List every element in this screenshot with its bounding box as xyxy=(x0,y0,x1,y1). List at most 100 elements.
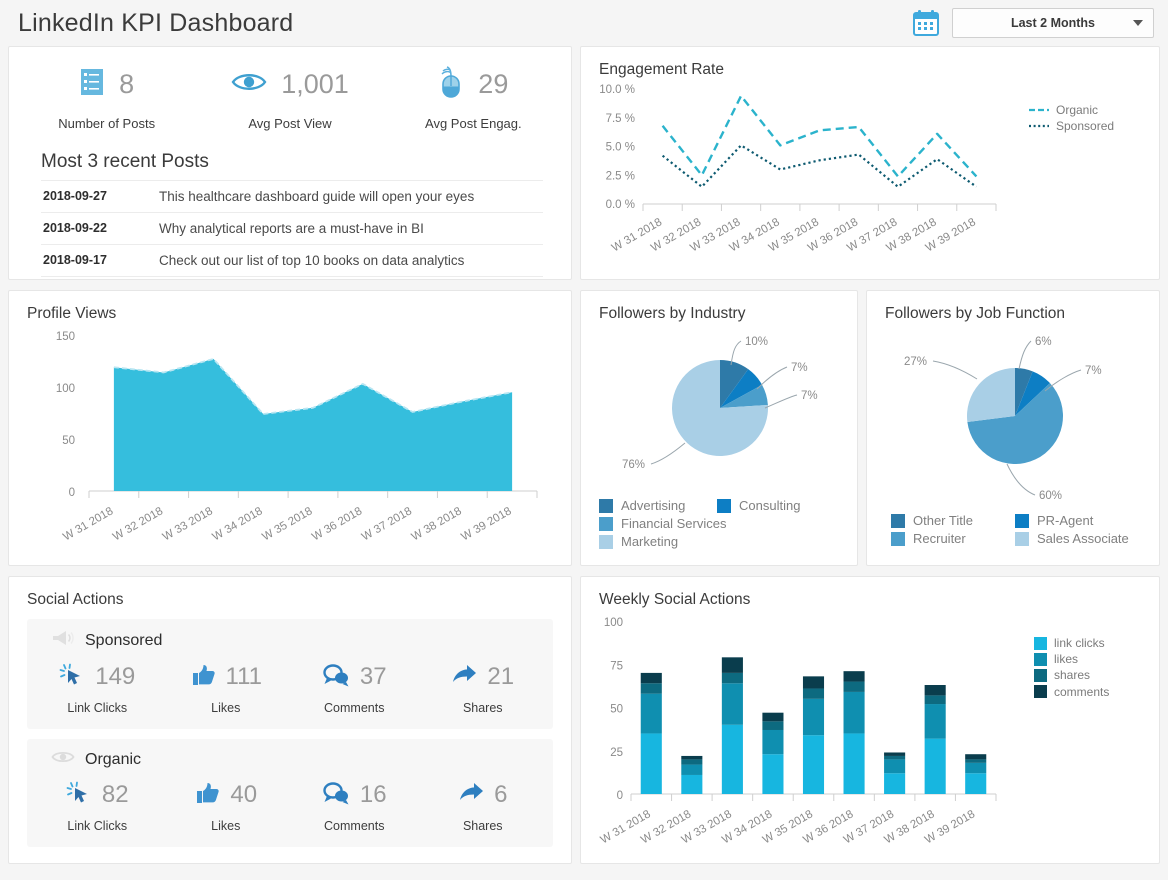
dashboard-page: LinkedIn KPI Dashboard Last 2 Months 8 N… xyxy=(0,0,1168,880)
chart-title: Weekly Social Actions xyxy=(599,591,751,608)
color-swatch xyxy=(599,498,613,513)
chart-title: Engagement Rate xyxy=(599,61,724,78)
svg-text:W 37 2018: W 37 2018 xyxy=(360,505,414,543)
chart-title: Profile Views xyxy=(27,305,117,322)
recent-posts-table: 2018-09-27 This healthcare dashboard gui… xyxy=(41,180,543,277)
svg-text:5.0 %: 5.0 % xyxy=(606,142,635,154)
table-row[interactable]: 2018-09-17 Check out our list of top 10 … xyxy=(41,244,543,277)
color-swatch xyxy=(599,534,613,549)
metric-link-clicks: 82 Link Clicks xyxy=(33,776,162,833)
chevron-down-icon[interactable] xyxy=(1133,20,1143,26)
legend-label: Sales Associate xyxy=(1037,531,1129,546)
svg-text:150: 150 xyxy=(56,331,75,343)
metric-label: Shares xyxy=(462,701,503,715)
legend-item-sponsored[interactable]: Sponsored xyxy=(1029,118,1114,134)
metric-value: 111 xyxy=(225,663,262,690)
svg-text:2.5 %: 2.5 % xyxy=(606,170,635,182)
social-actions-organic-block: Organic 82 Link Clicks 40 Likes 16 Comme… xyxy=(27,739,553,847)
color-swatch xyxy=(1015,513,1029,528)
legend-item-likes[interactable]: likes xyxy=(1034,651,1109,667)
comment-bubble-icon xyxy=(322,781,350,810)
industry-pie-chart[interactable]: 10% 7% 7% 76% xyxy=(581,323,859,498)
eye-outline-icon xyxy=(51,749,75,770)
dotted-line-swatch xyxy=(1029,125,1049,128)
group-header: Sponsored xyxy=(33,629,547,652)
click-cursor-icon xyxy=(66,780,92,811)
metric-label: Link Clicks xyxy=(67,701,128,715)
svg-text:7%: 7% xyxy=(801,390,818,402)
dashed-line-swatch xyxy=(1029,108,1049,112)
kpi-value: 1,001 xyxy=(281,68,349,99)
recent-posts-heading: Most 3 recent Posts xyxy=(41,151,209,172)
svg-text:7%: 7% xyxy=(1085,365,1102,377)
color-swatch xyxy=(1034,685,1047,699)
legend-label: comments xyxy=(1054,684,1110,699)
legend-item-advertising[interactable]: Advertising xyxy=(599,498,717,513)
legend-label: Advertising xyxy=(621,498,686,513)
profile-views-chart[interactable]: 0 50 100 150 W 31 2018W 32 2018W 33 2018W 34… xyxy=(9,323,573,563)
svg-text:6%: 6% xyxy=(1035,336,1052,348)
group-label: Organic xyxy=(85,750,142,768)
legend-item-recruiter[interactable]: Recruiter xyxy=(891,531,1015,546)
metrics-row: 149 Link Clicks 111 Likes 37 Comments 21… xyxy=(33,658,547,715)
metric-shares: 21 Shares xyxy=(419,658,548,715)
color-swatch xyxy=(891,531,905,546)
metric-value: 82 xyxy=(101,781,129,808)
legend-item-marketing[interactable]: Marketing xyxy=(599,534,837,549)
legend-item-sales-associate[interactable]: Sales Associate xyxy=(1015,531,1141,546)
svg-text:10.0 %: 10.0 % xyxy=(599,84,635,96)
table-row[interactable]: 2018-09-27 This healthcare dashboard gui… xyxy=(41,180,543,212)
legend-label: link clicks xyxy=(1054,636,1105,650)
date-range-select[interactable]: Last 2 Months xyxy=(952,8,1154,38)
metric-value: 6 xyxy=(494,781,508,808)
job-function-pie-chart[interactable]: 6% 7% 60% 27% xyxy=(867,323,1161,513)
followers-by-job-function-card: Followers by Job Function 6% 7% 60% 27% Oth… xyxy=(866,290,1160,566)
post-title: Check out our list of top 10 books on da… xyxy=(159,253,465,268)
legend-item-shares[interactable]: shares xyxy=(1034,667,1109,683)
svg-text:75: 75 xyxy=(610,660,623,672)
svg-text:W 31 2018: W 31 2018 xyxy=(61,505,115,543)
svg-text:50: 50 xyxy=(610,704,623,716)
metrics-row: 82 Link Clicks 40 Likes 16 Comments 6 Sh… xyxy=(33,776,547,833)
legend-item-organic[interactable]: Organic xyxy=(1029,102,1114,118)
date-range-value: Last 2 Months xyxy=(1010,16,1096,30)
post-title: This healthcare dashboard guide will ope… xyxy=(159,189,475,204)
page-title: LinkedIn KPI Dashboard xyxy=(18,8,294,37)
post-date: 2018-09-27 xyxy=(43,189,107,203)
legend-label: Sponsored xyxy=(1056,119,1115,134)
legend-item-other-title[interactable]: Other Title xyxy=(891,513,1015,528)
svg-text:27%: 27% xyxy=(904,356,927,368)
social-actions-sponsored-block: Sponsored 149 Link Clicks 111 Likes 37 C… xyxy=(27,619,553,729)
weekly-social-actions-card: Weekly Social Actions 0 25 50 75 100 W 31 201… xyxy=(580,576,1160,864)
legend-item-pr-agent[interactable]: PR-Agent xyxy=(1015,513,1141,528)
color-swatch xyxy=(1034,652,1047,666)
chart-title: Followers by Industry xyxy=(599,305,746,322)
legend-item-link-clicks[interactable]: link clicks xyxy=(1034,635,1109,651)
post-date: 2018-09-17 xyxy=(43,253,107,267)
svg-text:100: 100 xyxy=(604,617,623,629)
legend-item-consulting[interactable]: Consulting xyxy=(717,498,837,513)
metric-shares: 6 Shares xyxy=(419,776,548,833)
kpi-label: Avg Post Engag. xyxy=(425,116,522,131)
svg-text:W 34 2018: W 34 2018 xyxy=(211,505,265,543)
metric-likes: 40 Likes xyxy=(162,776,291,833)
svg-text:W 33 2018: W 33 2018 xyxy=(161,505,215,543)
post-title: Why analytical reports are a must-have i… xyxy=(159,221,424,236)
metric-label: Comments xyxy=(324,819,385,833)
kpi-avg-post-view: 1,001 Avg Post View xyxy=(198,61,381,131)
svg-text:50: 50 xyxy=(62,435,75,447)
legend-label: Marketing xyxy=(621,534,679,549)
legend-label: Organic xyxy=(1056,103,1099,117)
metric-value: 40 xyxy=(230,781,258,808)
engagement-legend: Organic Sponsored xyxy=(1029,102,1114,134)
legend-item-comments[interactable]: comments xyxy=(1034,684,1109,700)
legend-label: Financial Services xyxy=(621,516,727,531)
group-header: Organic xyxy=(33,749,547,770)
svg-text:0.0 %: 0.0 % xyxy=(606,199,635,211)
metric-value: 21 xyxy=(487,663,515,690)
section-title: Social Actions xyxy=(27,591,124,608)
legend-item-financial-services[interactable]: Financial Services xyxy=(599,516,837,531)
thumbs-up-icon xyxy=(194,781,220,810)
table-row[interactable]: 2018-09-22 Why analytical reports are a … xyxy=(41,212,543,244)
metric-link-clicks: 149 Link Clicks xyxy=(33,658,162,715)
